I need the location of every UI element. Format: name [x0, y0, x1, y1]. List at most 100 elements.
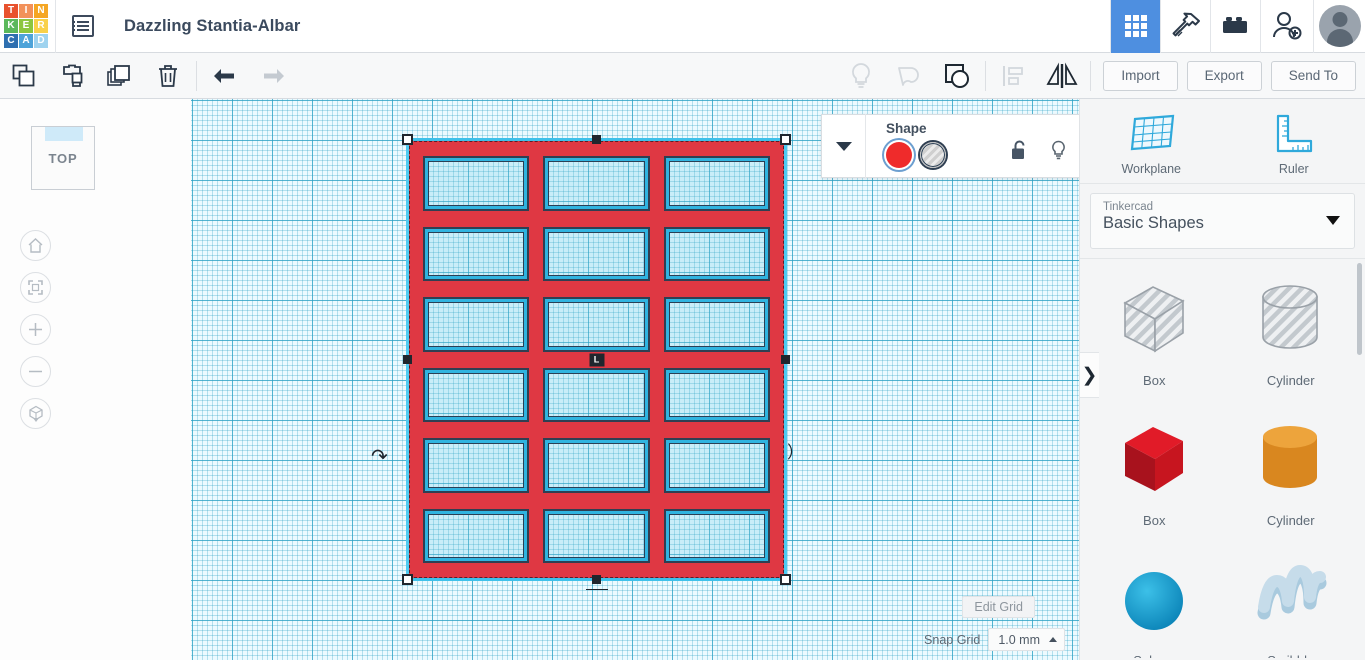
shape-library-item-label: Sphere [1133, 653, 1175, 658]
delete-button[interactable] [144, 53, 192, 99]
resize-handle-mid-left[interactable] [403, 354, 412, 364]
shape-library-item-label: Box [1143, 373, 1166, 388]
shape-library-item[interactable]: Cylinder [1223, 407, 1360, 547]
logo-tile: E [19, 19, 33, 33]
shape-library-grid[interactable]: Box Cylinder Box Cylinder Sphere Scribbl… [1080, 258, 1365, 658]
resize-handle-mid-right[interactable] [781, 354, 790, 364]
shape-library-dropdown[interactable]: Tinkercad Basic Shapes [1090, 193, 1355, 249]
duplicate-icon [107, 64, 130, 86]
sphere-solid-icon [1118, 555, 1190, 647]
view-cube[interactable]: TOP [31, 126, 95, 190]
box-solid-icon [1115, 415, 1193, 507]
home-view-button[interactable] [20, 230, 51, 261]
copy-icon [12, 64, 35, 86]
ruler-tool[interactable]: Ruler [1223, 99, 1365, 183]
duplicate-button[interactable] [96, 53, 144, 99]
fit-to-view-icon [28, 280, 43, 295]
unlock-icon[interactable] [1011, 140, 1028, 160]
zoom-in-icon [29, 323, 42, 336]
resize-handle-top-right[interactable] [780, 134, 791, 145]
shape-hole [665, 299, 768, 350]
chevron-up-icon [1049, 637, 1057, 642]
zoom-out-icon [29, 370, 42, 373]
group-button[interactable] [933, 53, 981, 99]
paste-button[interactable] [48, 53, 96, 99]
resize-handle-bottom-right[interactable] [780, 574, 791, 585]
dimension-marker[interactable] [585, 585, 608, 594]
zoom-out-button[interactable] [20, 356, 51, 387]
paste-icon [63, 64, 83, 87]
shape-library-item[interactable]: Box [1086, 407, 1223, 547]
shape-hole [545, 510, 648, 561]
shape-panel-collapse-button[interactable] [822, 114, 866, 178]
perspective-toggle-button[interactable] [20, 398, 51, 429]
edit-grid-button[interactable]: Edit Grid [962, 596, 1035, 618]
shape-hole [545, 228, 648, 279]
send-to-button[interactable]: Send To [1270, 60, 1356, 91]
center-height-marker[interactable] [589, 353, 604, 366]
apps-grid-button[interactable] [1110, 0, 1160, 53]
box-hole-icon [1115, 275, 1193, 367]
blocks-button[interactable] [1210, 0, 1260, 53]
shape-hole [425, 158, 528, 209]
import-button[interactable]: Import [1103, 60, 1178, 91]
shape-library-item-label: Cylinder [1266, 513, 1315, 528]
delete-icon [159, 64, 177, 87]
logo-tile: N [34, 4, 48, 18]
ruler-tool-label: Ruler [1278, 161, 1309, 176]
header-actions [1110, 0, 1365, 53]
page-title: Dazzling Stantia-Albar [124, 16, 301, 35]
shape-grid-scrollbar[interactable] [1357, 263, 1362, 355]
snap-grid-select[interactable]: 1.0 mm [988, 628, 1065, 651]
avatar [1318, 5, 1361, 47]
shape-hole [545, 158, 648, 209]
align-button[interactable] [990, 53, 1038, 99]
workplane-tool[interactable]: Workplane [1080, 99, 1223, 183]
shape-library-item[interactable]: Box [1086, 267, 1223, 407]
resize-handle-bottom-left[interactable] [402, 574, 413, 585]
logo-tile: D [34, 34, 48, 48]
workplane-canvas[interactable]: ↷ ） Shape [191, 99, 1079, 660]
shape-library-item[interactable]: Scribble [1223, 547, 1360, 658]
rotate-handle-right[interactable]: ） [787, 444, 804, 461]
shape-hole [665, 369, 768, 420]
library-collection: Basic Shapes [1103, 214, 1204, 232]
selected-shape-plate[interactable] [402, 134, 791, 590]
shape-library-item[interactable]: Cylinder [1223, 267, 1360, 407]
resize-handle-bottom-center[interactable] [591, 575, 601, 584]
undo-button[interactable] [201, 53, 249, 99]
shape-hole [425, 440, 528, 491]
fit-to-view-button[interactable] [20, 272, 51, 303]
shape-hole [665, 228, 768, 279]
logo-tile: R [34, 19, 48, 33]
shape-hole [545, 299, 648, 350]
copy-button[interactable] [0, 53, 48, 99]
project-list-button[interactable] [56, 0, 110, 53]
export-button[interactable]: Export [1186, 60, 1262, 91]
apps-grid-icon [1124, 15, 1147, 37]
solid-color-swatch[interactable] [886, 142, 912, 168]
logo-tile: A [19, 34, 33, 48]
toolbar-action-group: Import Export Send To [1103, 60, 1365, 91]
toolbar-separator-1 [196, 60, 197, 91]
zoom-in-button[interactable] [20, 314, 51, 345]
rotate-handle-left[interactable]: ↷ [371, 447, 388, 467]
hole-swatch[interactable] [920, 142, 946, 168]
panel-collapse-button[interactable]: ❯ [1079, 352, 1099, 398]
light-button[interactable] [837, 53, 885, 99]
mirror-button[interactable] [1038, 53, 1086, 99]
scribble-icon [1254, 555, 1328, 647]
snap-grid-value: 1.0 mm [998, 632, 1040, 647]
shape-panel-body: Shape [866, 114, 1079, 178]
snap-grid-label: Snap Grid [924, 632, 981, 647]
shape-library-item[interactable]: Sphere [1086, 547, 1223, 658]
shape-outline-button[interactable] [885, 53, 933, 99]
tinkercad-logo[interactable]: TIN KER CAD [3, 3, 49, 49]
light-bulb-icon[interactable] [1050, 140, 1067, 161]
invite-button[interactable] [1260, 0, 1313, 53]
resize-handle-top-center[interactable] [591, 135, 601, 144]
resize-handle-top-left[interactable] [402, 134, 413, 145]
user-avatar-button[interactable] [1313, 0, 1365, 53]
redo-button[interactable] [249, 53, 297, 99]
build-button[interactable] [1160, 0, 1210, 53]
